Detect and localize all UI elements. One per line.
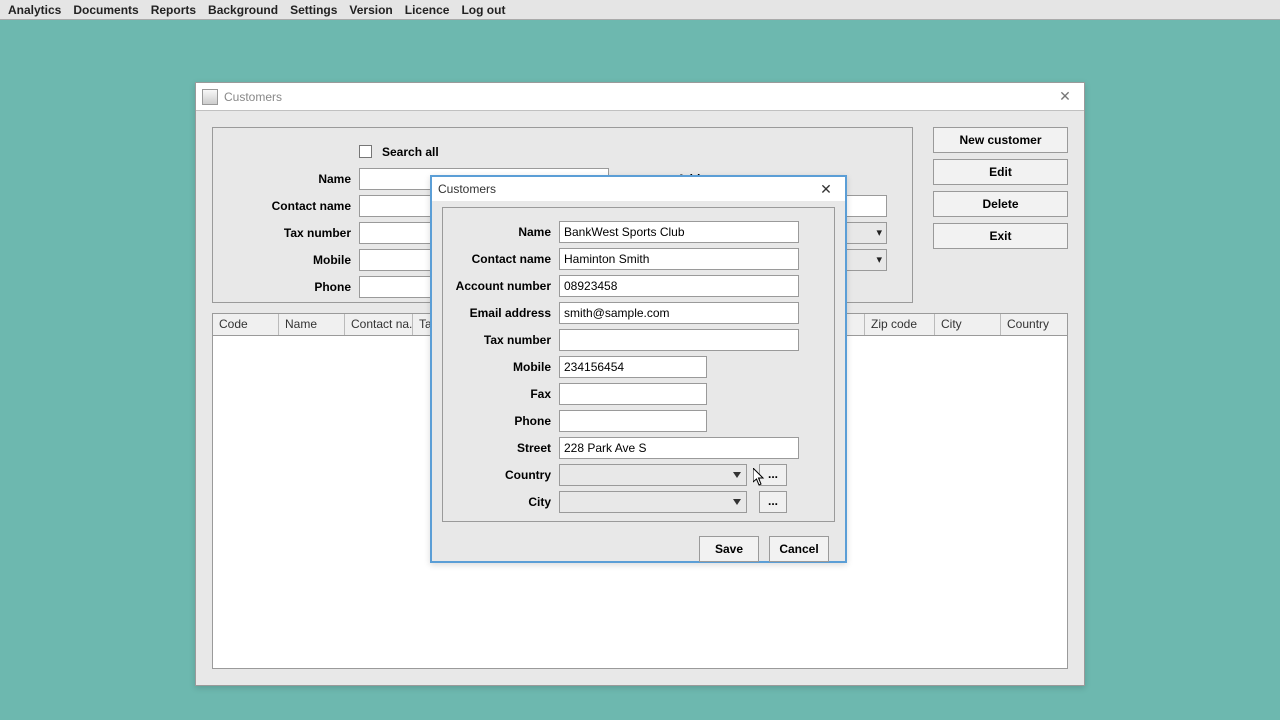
- menu-analytics[interactable]: Analytics: [8, 3, 61, 17]
- m-account-input[interactable]: [559, 275, 799, 297]
- m-mobile-label: Mobile: [453, 360, 553, 374]
- m-account-label: Account number: [453, 279, 553, 293]
- m-country-combo[interactable]: [559, 464, 747, 486]
- m-country-more-button[interactable]: ...: [759, 464, 787, 486]
- m-street-input[interactable]: [559, 437, 799, 459]
- menu-version[interactable]: Version: [349, 3, 392, 17]
- dialog-close-button[interactable]: ✕: [813, 180, 839, 198]
- new-customer-button[interactable]: New customer: [933, 127, 1068, 153]
- th-country[interactable]: Country: [1001, 314, 1067, 335]
- menu-settings[interactable]: Settings: [290, 3, 337, 17]
- m-city-more-button[interactable]: ...: [759, 491, 787, 513]
- th-city[interactable]: City: [935, 314, 1001, 335]
- m-street-label: Street: [453, 441, 553, 455]
- phone-label: Phone: [223, 280, 353, 294]
- menu-reports[interactable]: Reports: [151, 3, 196, 17]
- menu-logout[interactable]: Log out: [461, 3, 505, 17]
- m-country-label: Country: [453, 468, 553, 482]
- exit-button[interactable]: Exit: [933, 223, 1068, 249]
- customers-close-button[interactable]: ✕: [1052, 88, 1078, 106]
- save-button[interactable]: Save: [699, 536, 759, 562]
- menu-licence[interactable]: Licence: [405, 3, 450, 17]
- app-menubar: Analytics Documents Reports Background S…: [0, 0, 1280, 20]
- m-email-input[interactable]: [559, 302, 799, 324]
- dialog-form: Name Contact name Account number Email a…: [442, 207, 835, 522]
- m-contact-input[interactable]: [559, 248, 799, 270]
- m-mobile-input[interactable]: [559, 356, 707, 378]
- th-contact[interactable]: Contact na...: [345, 314, 413, 335]
- m-tax-input[interactable]: [559, 329, 799, 351]
- m-tax-label: Tax number: [453, 333, 553, 347]
- m-phone-label: Phone: [453, 414, 553, 428]
- menu-background[interactable]: Background: [208, 3, 278, 17]
- m-city-label: City: [453, 495, 553, 509]
- customer-edit-dialog: Customers ✕ Name Contact name Account nu…: [430, 175, 847, 563]
- m-fax-label: Fax: [453, 387, 553, 401]
- tax-number-label: Tax number: [223, 226, 353, 240]
- dialog-titlebar: Customers ✕: [432, 177, 845, 201]
- customers-window-title: Customers: [224, 90, 282, 104]
- name-label: Name: [223, 172, 353, 186]
- customers-titlebar: Customers ✕: [196, 83, 1084, 111]
- m-city-combo[interactable]: [559, 491, 747, 513]
- m-contact-label: Contact name: [453, 252, 553, 266]
- th-code[interactable]: Code: [213, 314, 279, 335]
- delete-button[interactable]: Delete: [933, 191, 1068, 217]
- edit-button[interactable]: Edit: [933, 159, 1068, 185]
- menu-documents[interactable]: Documents: [73, 3, 138, 17]
- action-button-column: New customer Edit Delete Exit: [933, 127, 1068, 303]
- mobile-label: Mobile: [223, 253, 353, 267]
- search-all-label: Search all: [382, 145, 439, 159]
- th-name[interactable]: Name: [279, 314, 345, 335]
- dialog-title: Customers: [438, 182, 496, 196]
- m-name-label: Name: [453, 225, 553, 239]
- contact-name-label: Contact name: [223, 199, 353, 213]
- cancel-button[interactable]: Cancel: [769, 536, 829, 562]
- m-name-input[interactable]: [559, 221, 799, 243]
- m-email-label: Email address: [453, 306, 553, 320]
- th-zip[interactable]: Zip code: [865, 314, 935, 335]
- m-fax-input[interactable]: [559, 383, 707, 405]
- search-all-checkbox[interactable]: [359, 145, 372, 158]
- java-icon: [202, 89, 218, 105]
- m-phone-input[interactable]: [559, 410, 707, 432]
